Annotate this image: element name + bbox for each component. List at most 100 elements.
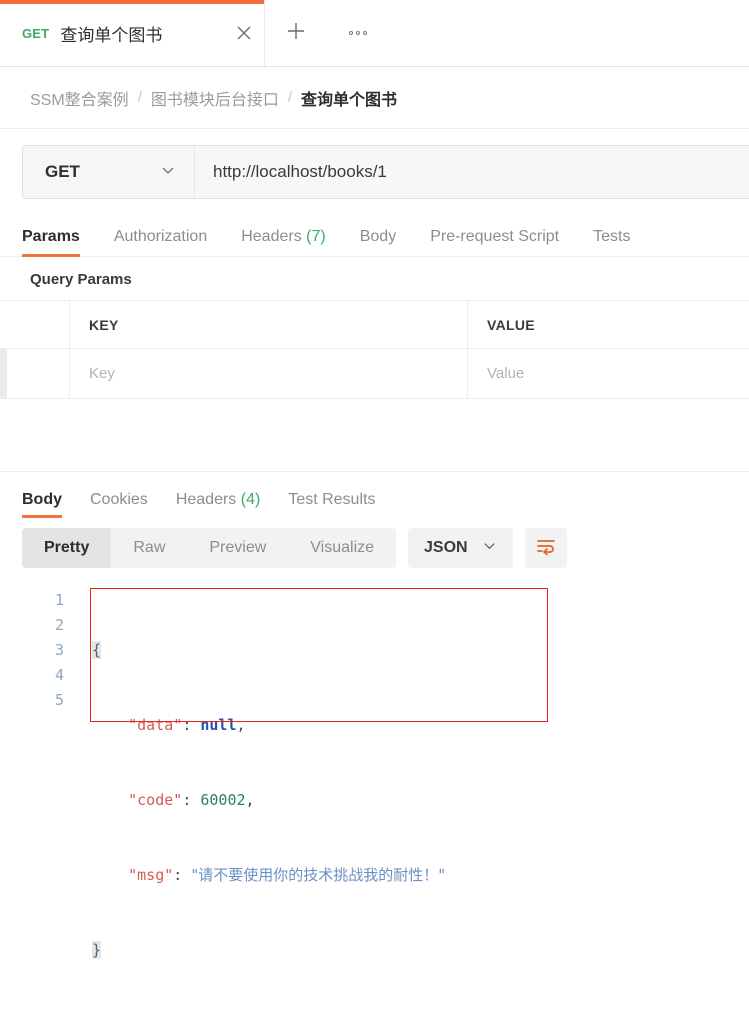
view-preview-button[interactable]: Preview [187, 528, 288, 568]
view-pretty-button[interactable]: Pretty [22, 528, 112, 568]
tab-strip: GET 查询单个图书 [0, 0, 749, 67]
query-params-title: Query Params [30, 271, 132, 288]
key-input-placeholder: Key [89, 365, 115, 382]
view-raw-label: Raw [133, 539, 166, 556]
tab-params-label: Params [22, 228, 80, 245]
request-url-input[interactable]: http://localhost/books/1 [195, 146, 749, 198]
code-line-5: } [92, 938, 445, 963]
header-cell-key: KEY [70, 301, 468, 348]
ellipsis-icon [349, 31, 367, 35]
json-value-data: null [200, 716, 237, 734]
breadcrumb-separator: / [137, 89, 142, 106]
tab-headers[interactable]: Headers (7) [241, 228, 326, 256]
response-view-group: Pretty Raw Preview Visualize [22, 528, 397, 568]
response-tab-headers-count: (4) [240, 491, 261, 508]
response-tab-cookies-label: Cookies [90, 491, 148, 508]
tab-method-label: GET [22, 25, 50, 41]
tab-headers-count: (7) [306, 228, 326, 245]
http-method-select[interactable]: GET [23, 146, 195, 198]
line-number: 3 [54, 641, 64, 659]
row-checkbox-cell[interactable] [0, 349, 70, 398]
header-cell-value: VALUE [468, 301, 749, 348]
url-bar-container: GET http://localhost/books/1 [0, 129, 749, 213]
json-key-data: "data" [128, 716, 183, 734]
tab-more-button[interactable] [327, 0, 389, 66]
json-open-brace: { [92, 641, 102, 659]
code-lines: { "data": null, "code": 60002, "msg": "请… [78, 588, 445, 1013]
response-view-toolbar: Pretty Raw Preview Visualize JSON [0, 518, 749, 578]
column-header-value: VALUE [487, 316, 535, 333]
column-header-key: KEY [89, 316, 119, 333]
view-pretty-label: Pretty [44, 539, 90, 556]
code-line-3: "code": 60002, [92, 788, 445, 813]
breadcrumb: SSM整合案例 / 图书模块后台接口 / 查询单个图书 [0, 67, 749, 129]
tab-pre-request-script[interactable]: Pre-request Script [430, 228, 559, 256]
chevron-down-icon [482, 538, 497, 558]
code-line-numbers: 1 2 3 4 5 [0, 588, 78, 1013]
json-value-code: 60002 [200, 791, 246, 809]
response-tab-test-results-label: Test Results [288, 491, 376, 508]
chevron-down-icon [160, 162, 176, 183]
tab-authorization[interactable]: Authorization [114, 228, 207, 256]
view-preview-label: Preview [209, 539, 267, 556]
response-tab-headers-label: Headers [175, 491, 237, 508]
table-header-row: KEY VALUE [0, 301, 749, 349]
request-tabs: Params Authorization Headers (7) Body Pr… [0, 213, 749, 257]
tab-pre-request-script-label: Pre-request Script [430, 228, 560, 245]
word-wrap-icon [535, 536, 557, 561]
tab-strip-filler [389, 0, 749, 66]
response-tab-cookies[interactable]: Cookies [90, 491, 148, 518]
request-tab-active[interactable]: GET 查询单个图书 [0, 0, 265, 66]
json-value-msg: "请不要使用你的技术挑战我的耐性！" [191, 866, 446, 884]
line-number: 1 [54, 591, 64, 609]
new-tab-button[interactable] [265, 0, 327, 66]
value-input-placeholder: Value [487, 365, 525, 382]
tab-params[interactable]: Params [22, 228, 80, 257]
response-tab-test-results[interactable]: Test Results [288, 491, 375, 518]
tab-authorization-label: Authorization [113, 228, 208, 245]
tab-title-label: 查询单个图书 [60, 25, 163, 45]
close-icon[interactable] [224, 23, 264, 43]
tab-body[interactable]: Body [360, 228, 396, 256]
response-format-label: JSON [424, 539, 468, 556]
view-visualize-label: Visualize [310, 539, 375, 556]
breadcrumb-item-collection[interactable]: SSM整合案例 [30, 86, 129, 110]
code-line-1: { [92, 638, 445, 663]
response-tabs: Body Cookies Headers (4) Test Results [0, 472, 749, 518]
tab-headers-label: Headers [241, 228, 302, 245]
word-wrap-button[interactable] [524, 528, 567, 568]
response-tab-body-label: Body [22, 491, 62, 508]
line-number: 4 [54, 666, 64, 684]
tab-tests-label: Tests [593, 228, 631, 245]
plus-icon [285, 20, 307, 47]
view-raw-button[interactable]: Raw [111, 528, 187, 568]
json-colon: : [182, 716, 201, 734]
response-body-code[interactable]: 1 2 3 4 5 { "data": null, "code": 60002,… [0, 578, 749, 1013]
code-line-2: "data": null, [92, 713, 445, 738]
response-tab-body[interactable]: Body [22, 491, 62, 518]
row-value-cell[interactable]: Value [468, 349, 749, 398]
response-format-select[interactable]: JSON [408, 528, 513, 568]
query-params-table: KEY VALUE Key Value [0, 300, 749, 399]
tab-body-label: Body [359, 228, 397, 245]
json-key-msg: "msg" [128, 866, 174, 884]
table-row[interactable]: Key Value [0, 349, 749, 399]
json-colon: : [173, 866, 192, 884]
line-number: 2 [54, 616, 64, 634]
json-close-brace: } [92, 941, 102, 959]
response-tab-headers[interactable]: Headers (4) [176, 491, 261, 518]
line-number: 5 [54, 691, 64, 709]
json-colon: : [182, 791, 201, 809]
row-key-cell[interactable]: Key [70, 349, 468, 398]
view-visualize-button[interactable]: Visualize [288, 528, 396, 568]
http-method-label: GET [45, 162, 80, 181]
header-cell-checkbox [0, 301, 70, 348]
tab-tests[interactable]: Tests [593, 228, 630, 256]
json-key-code: "code" [128, 791, 183, 809]
breadcrumb-item-folder[interactable]: 图书模块后台接口 [151, 86, 279, 110]
breadcrumb-separator: / [287, 89, 293, 106]
params-empty-space [0, 399, 749, 472]
code-line-4: "msg": "请不要使用你的技术挑战我的耐性！" [92, 863, 445, 888]
url-bar: GET http://localhost/books/1 [22, 145, 749, 199]
json-comma: , [236, 716, 246, 734]
